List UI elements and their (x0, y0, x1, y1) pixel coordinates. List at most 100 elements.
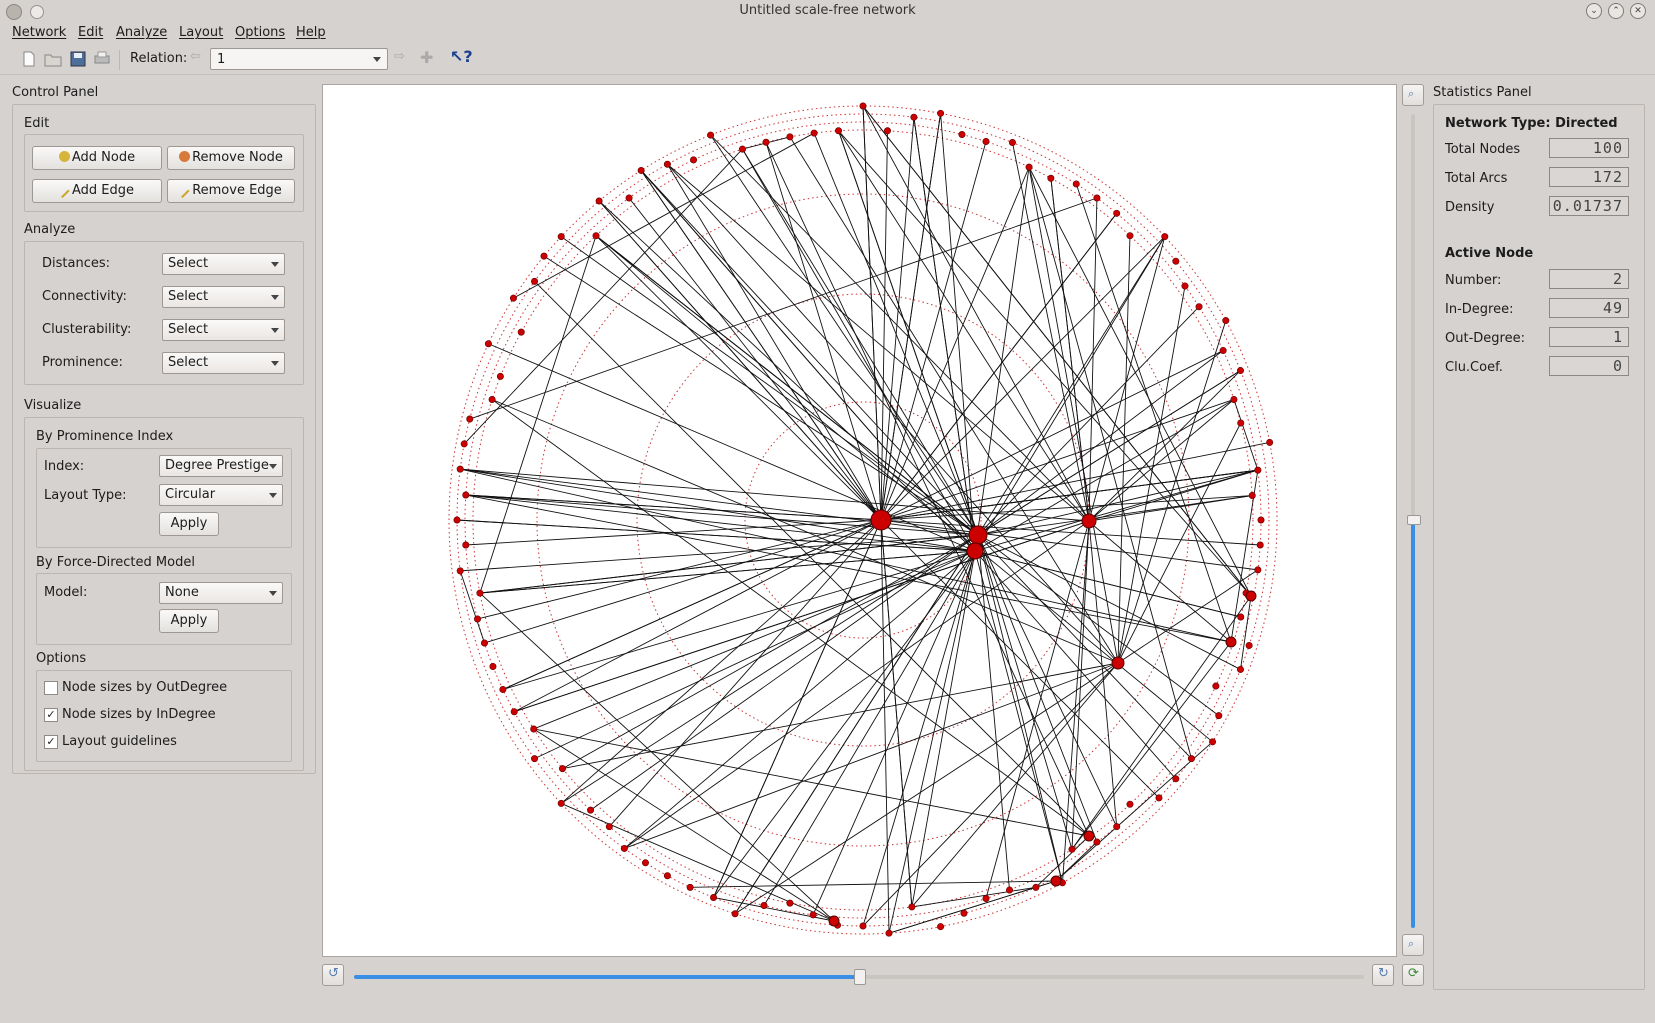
network-graph[interactable] (323, 85, 1396, 956)
network-node (960, 909, 968, 917)
network-node (557, 233, 565, 241)
active-node-title: Active Node (1445, 246, 1534, 261)
network-canvas[interactable] (322, 84, 1397, 957)
remove-edge-button[interactable]: Remove Edge (167, 179, 295, 203)
zoom-slider-handle[interactable] (1407, 515, 1421, 525)
apply-force-button[interactable]: Apply (159, 609, 219, 633)
index-value: Degree Prestige (165, 458, 269, 473)
menu-network[interactable]: Network (12, 25, 66, 40)
network-edge (813, 132, 979, 536)
network-hub-node (870, 509, 892, 531)
menu-options[interactable]: Options (235, 25, 285, 40)
chevron-down-icon (269, 493, 277, 498)
menu-layout[interactable]: Layout (179, 25, 223, 40)
prev-relation-icon[interactable]: ⇦ (190, 49, 201, 64)
network-node (1212, 682, 1220, 690)
network-node (592, 232, 600, 240)
outdegree-checkbox[interactable] (44, 681, 58, 695)
menu-edit[interactable]: Edit (78, 25, 103, 40)
prominence-label: Prominence: (42, 355, 123, 370)
menu-help[interactable]: Help (296, 25, 326, 40)
remove-node-button[interactable]: Remove Node (167, 146, 295, 170)
network-node (462, 491, 470, 499)
indegree-checkbox[interactable]: ✓ (44, 708, 58, 722)
zoom-slider[interactable] (1407, 114, 1421, 928)
network-node (885, 929, 893, 937)
open-folder-icon[interactable] (44, 51, 62, 67)
network-edge (463, 148, 743, 445)
clusterability-select[interactable]: Select (162, 319, 285, 341)
network-node (1093, 838, 1101, 846)
network-node (1266, 438, 1274, 446)
network-edge (1088, 495, 1253, 522)
network-edge (880, 519, 890, 934)
add-edge-button[interactable]: Add Edge (32, 179, 162, 203)
menu-analyze[interactable]: Analyze (116, 25, 167, 40)
network-node (690, 156, 698, 164)
network-edge (1088, 236, 1166, 522)
network-node (1230, 395, 1238, 403)
network-node (509, 294, 517, 302)
network-edge (888, 534, 979, 934)
guidelines-checkbox[interactable]: ✓ (44, 735, 58, 749)
network-edge (862, 550, 976, 927)
connectivity-select[interactable]: Select (162, 286, 285, 308)
whats-this-icon[interactable]: ↖? (450, 47, 473, 66)
layout-type-select[interactable]: Circular (159, 484, 283, 506)
network-node (1032, 883, 1040, 891)
network-edge (710, 134, 1090, 522)
network-node (1222, 317, 1230, 325)
rotation-slider[interactable] (354, 969, 1364, 985)
network-node (456, 465, 464, 473)
network-edge (838, 130, 1252, 597)
network-node (883, 127, 891, 135)
rotate-right-button[interactable]: ↻ (1372, 964, 1394, 986)
save-icon[interactable] (70, 51, 86, 67)
print-icon[interactable] (94, 51, 110, 67)
network-node (937, 109, 945, 117)
network-node (1047, 174, 1055, 182)
rotation-slider-fill (354, 975, 859, 979)
distances-select[interactable]: Select (162, 253, 285, 275)
network-node (1113, 209, 1121, 217)
network-hub-node (968, 525, 988, 545)
add-node-button[interactable]: Add Node (32, 146, 162, 170)
minimize-icon[interactable]: ⌄ (1586, 3, 1602, 19)
reset-button[interactable]: ⟳ (1402, 964, 1424, 986)
add-relation-icon[interactable]: ✚ (420, 48, 433, 67)
zoom-slider-fill (1411, 521, 1415, 928)
remove-node-label: Remove Node (192, 150, 283, 165)
rotate-left-button[interactable]: ↺ (322, 964, 344, 986)
rotation-slider-handle[interactable] (854, 969, 866, 985)
total-arcs-value: 172 (1549, 167, 1629, 187)
apply-prominence-button[interactable]: Apply (159, 512, 219, 536)
network-node (1236, 367, 1244, 375)
title-bar: Untitled scale-free network ⌄ ⌃ ✕ (0, 0, 1655, 22)
new-file-icon[interactable] (22, 51, 36, 67)
network-node (1126, 232, 1134, 240)
index-select[interactable]: Degree Prestige (159, 455, 283, 477)
chevron-down-icon (269, 591, 277, 596)
network-node (1126, 800, 1134, 808)
maximize-icon[interactable]: ⌃ (1608, 3, 1624, 19)
network-edge (690, 880, 1057, 888)
network-node (466, 415, 474, 423)
clusterability-label: Clusterability: (42, 322, 132, 337)
index-label: Index: (44, 459, 85, 474)
network-node (710, 893, 718, 901)
network-node (686, 883, 694, 891)
network-hub-node (1111, 656, 1125, 670)
close-icon[interactable]: ✕ (1630, 3, 1646, 19)
network-edge (911, 662, 1119, 908)
network-node (762, 138, 770, 146)
next-relation-icon[interactable]: ⇨ (394, 49, 405, 64)
relation-combo[interactable]: 1 (210, 48, 388, 70)
model-select[interactable]: None (159, 582, 283, 604)
zoom-in-button[interactable]: ⌕ (1402, 84, 1424, 106)
visualize-title: Visualize (24, 398, 82, 413)
indegree-stat-label: In-Degree: (1445, 302, 1514, 317)
prominence-select[interactable]: Select (162, 352, 285, 374)
network-node (557, 799, 565, 807)
zoom-out-button[interactable]: ⌕ (1402, 934, 1424, 956)
network-node (530, 725, 538, 733)
